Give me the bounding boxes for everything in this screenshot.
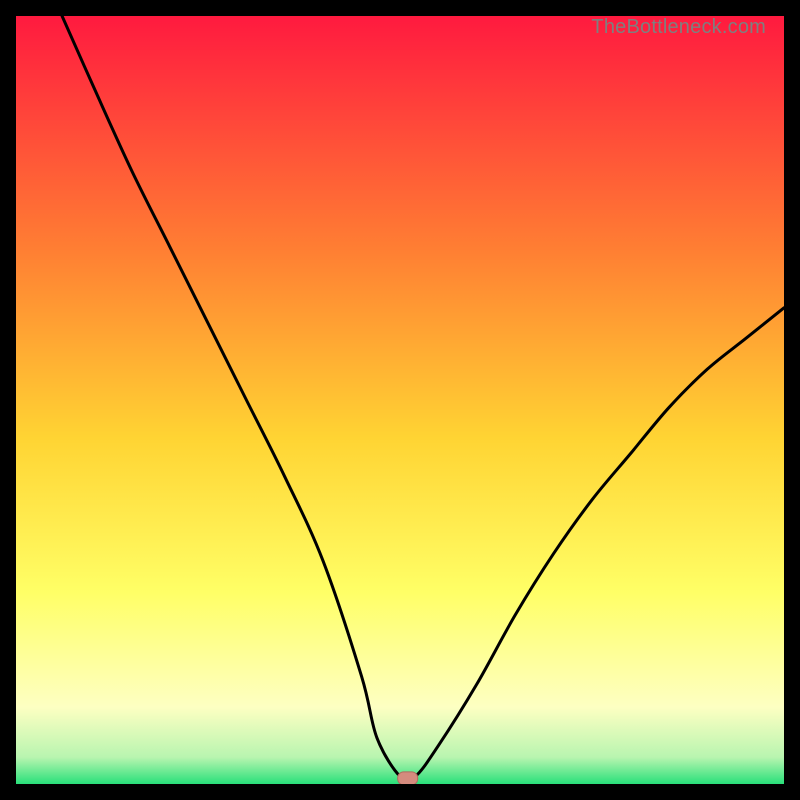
gradient-bg bbox=[16, 16, 784, 784]
optimal-marker bbox=[398, 772, 418, 784]
chart-frame: TheBottleneck.com bbox=[16, 16, 784, 784]
watermark-text: TheBottleneck.com bbox=[591, 16, 766, 39]
bottleneck-chart bbox=[16, 16, 784, 784]
